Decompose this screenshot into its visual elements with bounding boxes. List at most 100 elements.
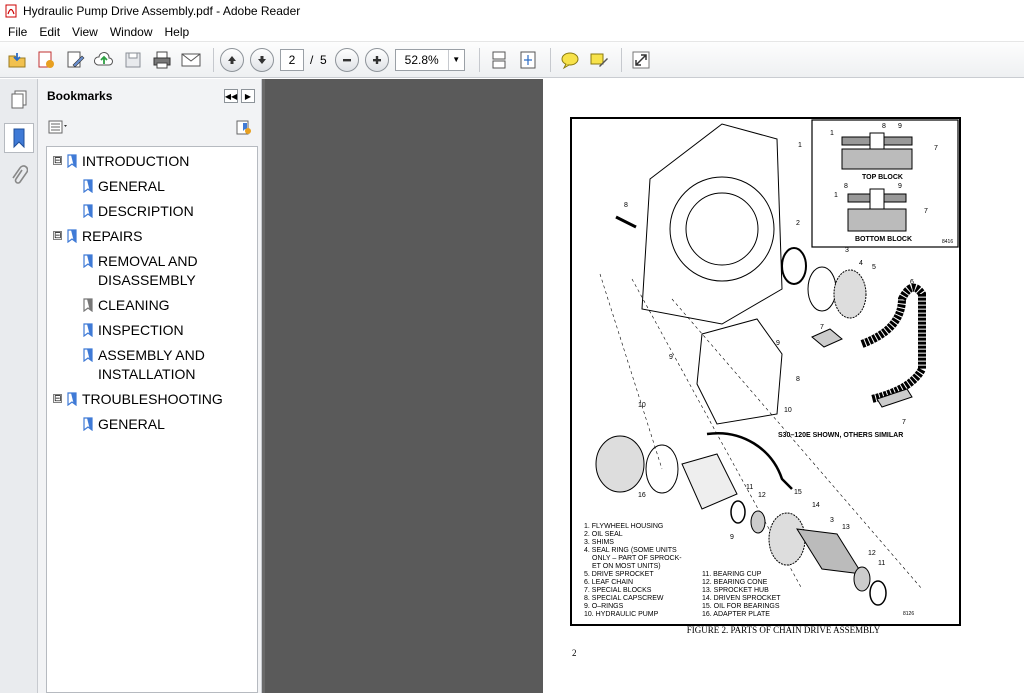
bookmark-icon — [83, 179, 93, 193]
bookmark-label: INSTALLATION — [98, 366, 196, 382]
menu-file[interactable]: File — [2, 25, 33, 39]
bookmark-general-troubleshooting[interactable]: GENERAL — [82, 415, 165, 434]
edit-button[interactable] — [62, 47, 88, 73]
full-screen-button[interactable] — [628, 47, 654, 73]
print-button[interactable] — [149, 47, 175, 73]
bookmark-label-group: ASSEMBLY AND INSTALLATION — [98, 346, 205, 384]
page-number-input[interactable]: 2 — [280, 48, 304, 71]
expand-arrows-icon — [632, 51, 650, 68]
zoom-out-button[interactable] — [334, 47, 359, 72]
callout-9: 9 — [669, 354, 673, 361]
bookmark-label: GENERAL — [98, 416, 165, 432]
bookmark-icon — [83, 298, 93, 312]
callout-12: 12 — [758, 492, 766, 499]
bookmark-cleaning[interactable]: CLEANING — [82, 296, 170, 315]
callout-8: 8 — [844, 183, 848, 190]
menu-window[interactable]: Window — [104, 25, 159, 39]
save-button[interactable] — [120, 47, 146, 73]
oil-seal-drawing — [781, 247, 807, 285]
page-thumbnails-button[interactable] — [4, 85, 34, 115]
bookmark-description[interactable]: DESCRIPTION — [82, 202, 194, 221]
menu-edit[interactable]: Edit — [33, 25, 66, 39]
bookmark-inspection[interactable]: INSPECTION — [82, 321, 184, 340]
highlight-button[interactable] — [586, 47, 612, 73]
adapter-plate-drawing — [681, 453, 738, 510]
pages-icon — [11, 90, 27, 109]
chevron-down-icon[interactable]: ▼ — [447, 49, 464, 70]
bookmarks-toolbar — [38, 113, 261, 143]
callout-8: 8 — [882, 123, 886, 130]
bearing-cone-drawing — [750, 510, 766, 534]
menu-view[interactable]: View — [66, 25, 104, 39]
fit-page-icon — [520, 51, 536, 68]
pdf-file-icon — [5, 4, 17, 18]
callout-13: 13 — [842, 524, 850, 531]
bookmark-general[interactable]: GENERAL — [82, 177, 165, 196]
callout-11: 11 — [746, 484, 753, 491]
page-number: 2 — [572, 648, 577, 658]
callout-5: 5 — [872, 264, 876, 271]
upload-button[interactable] — [91, 47, 117, 73]
callout-7: 7 — [902, 419, 906, 426]
panel-splitter[interactable] — [262, 79, 265, 693]
collapse-panel-button[interactable]: ◀◀ — [224, 89, 238, 103]
top-block-drawing — [841, 136, 873, 146]
email-button[interactable] — [178, 47, 204, 73]
plus-icon — [372, 55, 381, 64]
bookmarks-panel: Bookmarks ◀◀ ▶ ⊟ INTRODUCTION GENERAL DE… — [38, 79, 262, 693]
bookmark-introduction[interactable]: ⊟ INTRODUCTION — [53, 152, 189, 171]
bookmarks-tree: ⊟ INTRODUCTION GENERAL DESCRIPTION ⊟ REP… — [46, 146, 258, 693]
bearing-cone-drawing — [853, 566, 871, 592]
attachments-button[interactable] — [4, 161, 34, 191]
fit-page-button[interactable] — [515, 47, 541, 73]
parts-legend-left: 1. FLYWHEEL HOUSING 2. OIL SEAL 3. SHIMS… — [584, 523, 682, 618]
chevron-right-icon[interactable]: ▶ — [241, 89, 255, 103]
document-view[interactable]: TOP BLOCK BOTTOM BLOCK 8416 1 8 9 7 8 9 … — [262, 79, 1024, 693]
callout-8: 8 — [624, 202, 628, 209]
bookmark-assembly-installation[interactable]: ASSEMBLY AND INSTALLATION — [82, 346, 205, 384]
callout-1: 1 — [834, 192, 838, 199]
bookmarks-button[interactable] — [4, 123, 34, 153]
create-pdf-button[interactable] — [33, 47, 59, 73]
collapse-toggle[interactable]: ⊟ — [53, 231, 62, 240]
callout-8: 8 — [796, 376, 800, 383]
top-block-drawing — [881, 136, 913, 146]
bookmark-label-group: REMOVAL AND DISASSEMBLY — [98, 252, 198, 290]
previous-page-button[interactable] — [220, 47, 244, 72]
bookmark-troubleshooting[interactable]: ⊟ TROUBLESHOOTING — [53, 390, 223, 409]
bookmark-removal-disassembly[interactable]: REMOVAL AND DISASSEMBLY — [82, 252, 198, 290]
bookmark-search-icon — [236, 120, 251, 135]
figure-caption: FIGURE 2. PARTS OF CHAIN DRIVE ASSEMBLY — [686, 625, 881, 635]
bookmark-label: GENERAL — [98, 178, 165, 194]
bookmarks-header: Bookmarks ◀◀ ▶ — [38, 79, 261, 113]
legend-item: 12. BEARING CONE — [702, 579, 768, 586]
open-button[interactable] — [4, 47, 30, 73]
legend-item: 11. BEARING CUP — [702, 571, 762, 578]
zoom-in-button[interactable] — [364, 47, 389, 72]
find-bookmark-button[interactable] — [235, 119, 253, 140]
bookmark-label: TROUBLESHOOTING — [82, 391, 223, 407]
options-menu-button[interactable] — [48, 120, 70, 137]
bookmark-icon — [83, 323, 93, 337]
toolbar-separator — [478, 47, 480, 72]
legend-item: 9. O–RINGS — [584, 603, 624, 610]
bookmark-icon — [83, 254, 93, 268]
open-folder-icon — [8, 52, 26, 67]
envelope-icon — [181, 53, 201, 66]
collapse-toggle[interactable]: ⊟ — [53, 394, 62, 403]
next-page-button[interactable] — [250, 47, 274, 72]
comment-button[interactable] — [557, 47, 583, 73]
legend-item: 2. OIL SEAL — [584, 531, 623, 538]
bookmark-label: INTRODUCTION — [82, 153, 190, 169]
callout-1: 1 — [798, 142, 802, 149]
scroll-mode-button[interactable] — [486, 47, 512, 73]
hydraulic-pump-drawing — [696, 318, 783, 425]
bookmark-repairs[interactable]: ⊟ REPAIRS — [53, 227, 142, 246]
special-block-drawing — [811, 328, 843, 348]
toolbar-separator — [549, 47, 551, 72]
top-block-drawing — [841, 148, 913, 170]
menu-help[interactable]: Help — [159, 25, 196, 39]
sprocket-hub-drawing — [796, 528, 863, 575]
collapse-toggle[interactable]: ⊟ — [53, 156, 62, 165]
zoom-select[interactable]: 52.8% ▼ — [394, 48, 465, 71]
